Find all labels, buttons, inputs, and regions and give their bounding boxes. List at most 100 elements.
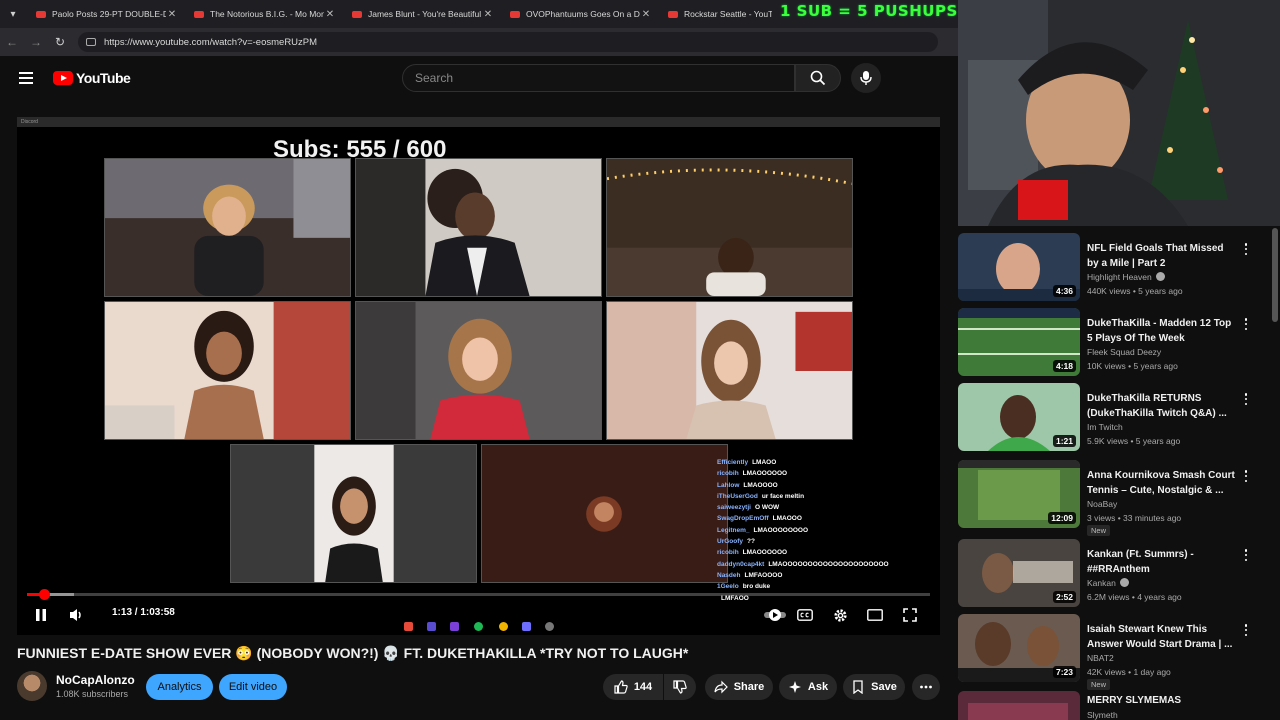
recommended-channel[interactable]: NoaBay: [1087, 499, 1117, 509]
tab-close-icon[interactable]: ✕: [324, 9, 336, 20]
tab-label: The Notorious B.I.G. - Mo Mone: [210, 9, 324, 19]
more-options-icon[interactable]: [1242, 318, 1250, 330]
recommended-title[interactable]: MERRY SLYMEMAS: [1087, 693, 1237, 708]
browser-tab[interactable]: OVOPhantuums Goes On a DR ✕: [500, 0, 658, 28]
video-thumbnail[interactable]: 2:52: [958, 539, 1080, 607]
taskbar-app-icon: [427, 622, 436, 631]
youtube-logo[interactable]: YouTube: [53, 70, 131, 86]
browser-tab[interactable]: Rockstar Seattle - YouTube: [658, 0, 778, 28]
video-call-tile: [355, 158, 602, 297]
ask-label: Ask: [807, 681, 829, 693]
sidebar-scrollbar[interactable]: [1272, 228, 1278, 322]
video-thumbnail[interactable]: 12:09: [958, 460, 1080, 528]
seek-bar[interactable]: [27, 589, 930, 600]
seek-handle[interactable]: [39, 589, 51, 600]
recommended-title[interactable]: DukeThaKilla RETURNS (DukeThaKilla Twitc…: [1087, 391, 1237, 421]
browser-tab[interactable]: The Notorious B.I.G. - Mo Mone ✕: [184, 0, 342, 28]
recommended-title[interactable]: Anna Kournikova Smash Court Tennis – Cut…: [1087, 468, 1237, 498]
recommended-title[interactable]: NFL Field Goals That Missed by a Mile | …: [1087, 241, 1237, 271]
recommended-video[interactable]: 2:52 Kankan (Ft. Summrs) - ##RRAnthem Ka…: [958, 539, 1280, 611]
tab-label: Paolo Posts 29-PT DOUBLE-DO: [52, 9, 166, 19]
youtube-favicon-icon: [510, 10, 520, 18]
channel-avatar[interactable]: [17, 671, 47, 701]
thumbs-down-icon: [673, 680, 687, 694]
recommended-channel[interactable]: Highlight Heaven: [1087, 272, 1165, 282]
video-duration: 7:23: [1052, 666, 1076, 678]
recommended-video[interactable]: 7:23 Isaiah Stewart Knew This Answer Wou…: [958, 614, 1280, 690]
share-label: Share: [733, 681, 765, 693]
more-actions-button[interactable]: [912, 674, 940, 700]
youtube-header: YouTube Search: [0, 56, 958, 102]
video-thumbnail[interactable]: 7:23: [958, 614, 1080, 682]
video-thumbnail[interactable]: 4:18: [958, 308, 1080, 376]
chat-message: 1Geelo bro duke: [717, 583, 771, 591]
recommended-channel[interactable]: Slymeth: [1087, 710, 1118, 720]
logo-text: YouTube: [76, 70, 131, 86]
recommended-video[interactable]: 4:18 DukeThaKilla - Madden 12 Top 5 Play…: [958, 308, 1280, 380]
new-badge: New: [1087, 679, 1111, 690]
reload-icon[interactable]: ↻: [48, 35, 72, 49]
voice-search-button[interactable]: [851, 63, 881, 93]
ask-button[interactable]: Ask: [779, 674, 837, 700]
browser-tab[interactable]: James Blunt - You're Beautiful ( ✕: [342, 0, 500, 28]
recommended-channel[interactable]: Fleek Squad Deezy: [1087, 347, 1161, 357]
recommended-meta: 3 views • 33 minutes ago: [1087, 513, 1182, 523]
site-info-icon[interactable]: [86, 38, 96, 46]
more-options-icon[interactable]: [1242, 549, 1250, 561]
recommended-meta: 5.9K views • 5 years ago: [1087, 436, 1181, 446]
microphone-icon: [860, 71, 872, 85]
recommended-channel[interactable]: NBAT2: [1087, 653, 1114, 663]
analytics-button[interactable]: Analytics: [146, 674, 213, 700]
streamer-webcam-overlay: [958, 0, 1280, 226]
recommended-title[interactable]: Kankan (Ft. Summrs) - ##RRAnthem: [1087, 547, 1237, 577]
share-button[interactable]: Share: [705, 674, 773, 700]
chat-message: SwagDropEmOff LMAOOO: [717, 515, 802, 523]
save-button[interactable]: Save: [843, 674, 905, 700]
video-call-tile: [606, 158, 853, 297]
recommended-video[interactable]: 12:09 Anna Kournikova Smash Court Tennis…: [958, 460, 1280, 536]
more-options-icon[interactable]: [1242, 243, 1250, 255]
recommended-channel[interactable]: Im Twitch: [1087, 422, 1123, 432]
url-field[interactable]: https://www.youtube.com/watch?v=-eosmeRU…: [78, 32, 938, 52]
channel-name[interactable]: NoCapAlonzo: [56, 673, 135, 687]
video-duration: 12:09: [1048, 512, 1076, 524]
tab-close-icon[interactable]: ✕: [482, 9, 494, 20]
search-input[interactable]: Search: [402, 64, 795, 92]
recommended-meta: 10K views • 5 years ago: [1087, 361, 1178, 371]
like-button[interactable]: 144: [603, 674, 663, 700]
tab-label: OVOPhantuums Goes On a DR: [526, 9, 640, 19]
video-thumbnail[interactable]: 1:21: [958, 383, 1080, 451]
recommended-video[interactable]: 1:21 DukeThaKilla RETURNS (DukeThaKilla …: [958, 383, 1280, 455]
recommended-channel[interactable]: Kankan: [1087, 578, 1129, 588]
forward-icon[interactable]: →: [24, 35, 48, 49]
video-thumbnail[interactable]: [958, 691, 1080, 720]
youtube-play-logo-icon: [53, 71, 73, 85]
tab-close-icon[interactable]: ✕: [166, 9, 178, 20]
chat-message: Nasdeh LMFAOOOO: [717, 571, 783, 579]
recommended-meta: 440K views • 5 years ago: [1087, 286, 1183, 296]
menu-icon[interactable]: [19, 72, 33, 84]
taskbar-app-icon: [474, 622, 483, 631]
more-options-icon[interactable]: [1242, 624, 1250, 636]
video-player[interactable]: Discord Subs: 555 / 600 Efficiently LMAO…: [17, 117, 940, 635]
dislike-button[interactable]: [664, 674, 696, 700]
search-icon: [810, 70, 826, 86]
video-thumbnail[interactable]: 4:36: [958, 233, 1080, 301]
chat-message: ricobih LMAOOOOOO: [717, 549, 788, 557]
tab-search-icon[interactable]: ▾: [0, 0, 26, 28]
recommended-video[interactable]: 4:36 NFL Field Goals That Missed by a Mi…: [958, 233, 1280, 305]
recommended-title[interactable]: DukeThaKilla - Madden 12 Top 5 Plays Of …: [1087, 316, 1237, 346]
more-options-icon[interactable]: [1242, 470, 1250, 482]
back-icon[interactable]: ←: [0, 35, 24, 49]
edit-video-button[interactable]: Edit video: [219, 674, 287, 700]
recommended-video[interactable]: MERRY SLYMEMAS Slymeth: [958, 691, 1280, 720]
tab-close-icon[interactable]: ✕: [640, 9, 652, 20]
browser-tab[interactable]: Paolo Posts 29-PT DOUBLE-DO ✕: [26, 0, 184, 28]
video-title: FUNNIEST E-DATE SHOW EVER 😳 (NOBODY WON?…: [17, 645, 689, 661]
recommended-title[interactable]: Isaiah Stewart Knew This Answer Would St…: [1087, 622, 1237, 652]
more-options-icon[interactable]: [1242, 393, 1250, 405]
chat-message: Legitnem_ LMAOOOOOOOO: [717, 526, 809, 534]
search-placeholder: Search: [415, 71, 454, 85]
search-button[interactable]: [795, 64, 841, 92]
chat-message: iTheUserGod ur face meltin: [717, 492, 805, 500]
